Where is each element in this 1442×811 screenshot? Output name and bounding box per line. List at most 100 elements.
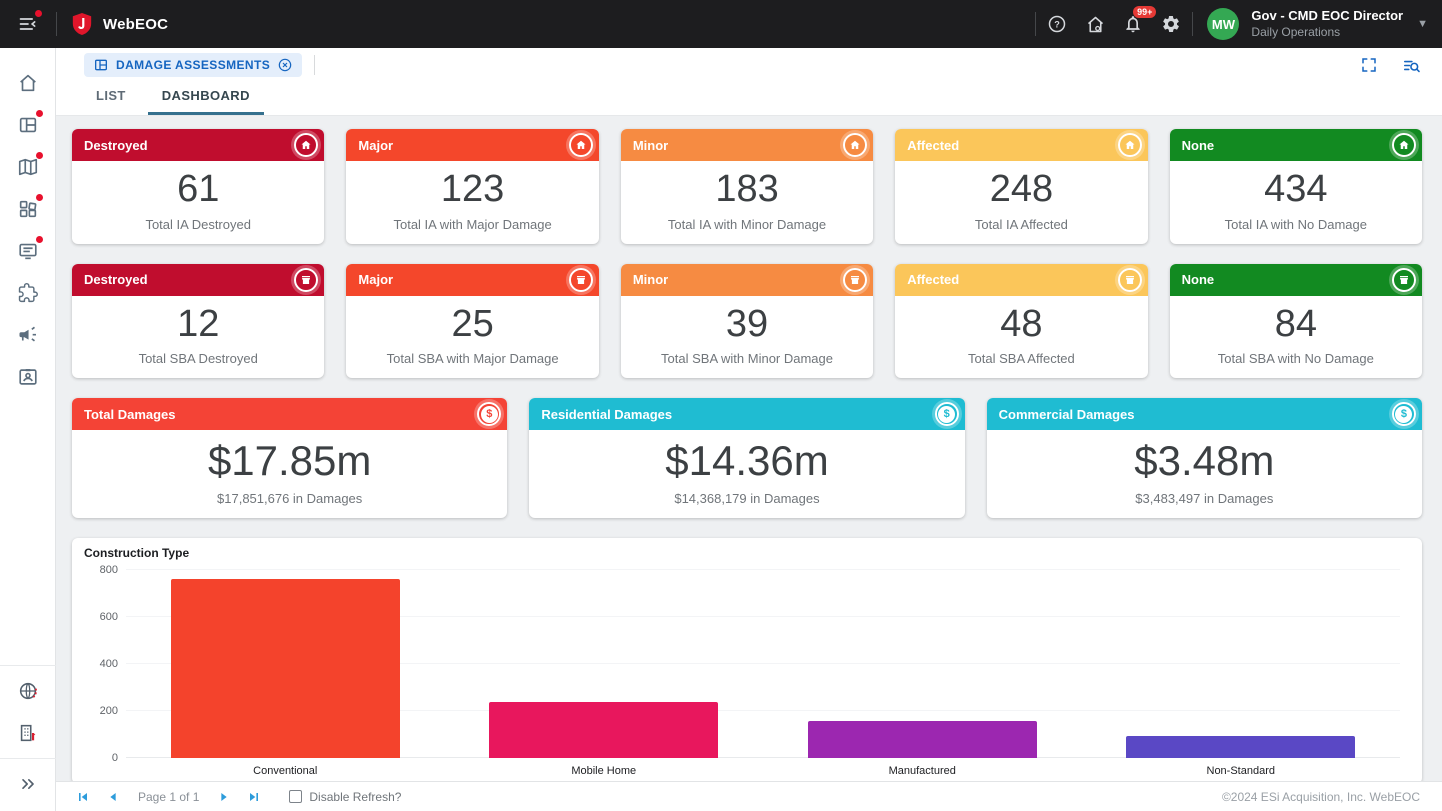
card-body: 61 Total IA Destroyed [72, 161, 324, 244]
home-icon [569, 133, 593, 157]
card-value: 25 [354, 302, 590, 348]
board-chip-damage-assessments[interactable]: DAMAGE ASSESSMENTS [84, 53, 302, 77]
bar-conventional[interactable] [171, 579, 400, 758]
card-caption: $3,483,497 in Damages [995, 491, 1414, 506]
summary-card[interactable]: Affected 48 Total SBA Affected [895, 264, 1147, 379]
bar-manufactured[interactable] [808, 721, 1037, 757]
card-header: Commercial Damages $ [987, 398, 1422, 430]
card-title: Minor [633, 272, 668, 287]
storefront-icon [843, 268, 867, 292]
summary-card[interactable]: None 84 Total SBA with No Damage [1170, 264, 1422, 379]
user-menu-chevron-down-icon[interactable]: ▼ [1417, 18, 1428, 30]
copyright-text: ©2024 ESi Acquisition, Inc. WebEOC [1222, 790, 1420, 804]
board-chip-label: DAMAGE ASSESSMENTS [116, 58, 270, 72]
webeoc-app: WebEOC ? 99+ MW Gov - CMD EOC Director D… [0, 0, 1442, 811]
sidebar-item-tools[interactable] [8, 272, 48, 314]
card-body: 434 Total IA with No Damage [1170, 161, 1422, 244]
first-page-button[interactable] [70, 786, 96, 808]
topbar-divider [1035, 12, 1036, 36]
card-title: Minor [633, 138, 668, 153]
y-axis-tick-label: 800 [86, 564, 118, 576]
sidebar-expand-button[interactable] [8, 763, 48, 805]
disable-refresh-control[interactable]: Disable Refresh? [289, 790, 401, 804]
summary-card[interactable]: Minor 39 Total SBA with Minor Damage [621, 264, 873, 379]
card-body: 248 Total IA Affected [895, 161, 1147, 244]
user-role: Gov - CMD EOC Director [1251, 8, 1403, 24]
storefront-icon [1392, 268, 1416, 292]
card-header: Major [346, 264, 598, 296]
home-icon [1392, 133, 1416, 157]
summary-card[interactable]: Major 25 Total SBA with Major Damage [346, 264, 598, 379]
summary-card[interactable]: Affected 248 Total IA Affected [895, 129, 1147, 244]
card-header: Residential Damages $ [529, 398, 964, 430]
sidebar-item-broadcast[interactable] [8, 314, 48, 356]
y-axis-tick-label: 200 [86, 705, 118, 717]
card-value: 61 [80, 167, 316, 213]
x-axis-category-label: Mobile Home [445, 765, 764, 777]
double-chevron-right-icon [18, 774, 38, 794]
user-avatar[interactable]: MW [1207, 8, 1239, 40]
summary-card[interactable]: Destroyed 12 Total SBA Destroyed [72, 264, 324, 379]
summary-card[interactable]: Major 123 Total IA with Major Damage [346, 129, 598, 244]
last-page-button[interactable] [241, 786, 267, 808]
card-value: 183 [629, 167, 865, 213]
summary-card[interactable]: Commercial Damages $ $3.48m $3,483,497 i… [987, 398, 1422, 517]
settings-gear-icon[interactable] [1154, 7, 1188, 41]
sidebar-item-maps[interactable] [8, 146, 48, 188]
notifications-bell-icon[interactable]: 99+ [1116, 7, 1150, 41]
summary-card[interactable]: Residential Damages $ $14.36m $14,368,17… [529, 398, 964, 517]
summary-card[interactable]: None 434 Total IA with No Damage [1170, 129, 1422, 244]
help-icon[interactable]: ? [1040, 7, 1074, 41]
next-page-button[interactable] [211, 786, 237, 808]
card-body: 123 Total IA with Major Damage [346, 161, 598, 244]
tab-dashboard[interactable]: DASHBOARD [148, 80, 264, 115]
sidebar-item-messages[interactable] [8, 230, 48, 272]
chart-plot: 0200400600800ConventionalMobile HomeManu… [126, 570, 1400, 758]
dollar-glyph: $ [481, 406, 498, 423]
sidebar-item-contacts[interactable] [8, 356, 48, 398]
card-header: Destroyed [72, 129, 324, 161]
bar-non-standard[interactable] [1126, 736, 1355, 757]
close-icon[interactable] [277, 57, 293, 73]
card-caption: Total SBA Affected [903, 351, 1139, 366]
card-header: None [1170, 129, 1422, 161]
storefront-icon [1118, 268, 1142, 292]
sidebar-item-boards[interactable] [8, 104, 48, 146]
card-value: 39 [629, 302, 865, 348]
summary-card[interactable]: Destroyed 61 Total IA Destroyed [72, 129, 324, 244]
search-boards-icon[interactable] [1394, 48, 1428, 82]
card-caption: Total IA with Minor Damage [629, 217, 865, 232]
tab-list[interactable]: LIST [82, 80, 140, 115]
messages-alert-dot [36, 236, 43, 243]
menu-toggle-icon[interactable] [11, 7, 45, 41]
notification-count-badge: 99+ [1133, 6, 1156, 18]
sidebar-item-global[interactable] [8, 670, 48, 712]
building-icon [17, 722, 39, 744]
disable-refresh-checkbox[interactable] [289, 790, 302, 803]
sba-cards-row: Destroyed 12 Total SBA Destroyed Major 2… [72, 264, 1422, 379]
bar-mobile-home[interactable] [489, 702, 718, 757]
plugins-alert-dot [36, 194, 43, 201]
card-value: 84 [1178, 302, 1414, 348]
map-icon [17, 156, 39, 178]
disable-refresh-label: Disable Refresh? [309, 790, 401, 804]
home-icon [1118, 133, 1142, 157]
sidebar-item-plugins[interactable] [8, 188, 48, 230]
summary-card[interactable]: Total Damages $ $17.85m $17,851,676 in D… [72, 398, 507, 517]
card-header: Affected [895, 264, 1147, 296]
user-info[interactable]: Gov - CMD EOC Director Daily Operations [1251, 8, 1403, 39]
board-icon [93, 57, 109, 73]
sidebar-item-home[interactable] [8, 62, 48, 104]
card-value: 123 [354, 167, 590, 213]
previous-page-button[interactable] [100, 786, 126, 808]
sidebar [0, 48, 56, 811]
home-settings-icon[interactable] [1078, 7, 1112, 41]
card-caption: $17,851,676 in Damages [80, 491, 499, 506]
summary-card[interactable]: Minor 183 Total IA with Minor Damage [621, 129, 873, 244]
card-body: 25 Total SBA with Major Damage [346, 296, 598, 379]
topbar-divider [1192, 12, 1193, 36]
sidebar-item-organization[interactable] [8, 712, 48, 754]
footer-bar: Page 1 of 1 Disable Refresh? ©2024 ESi A… [56, 781, 1442, 811]
brand: WebEOC [57, 12, 182, 36]
fullscreen-icon[interactable] [1352, 48, 1386, 82]
